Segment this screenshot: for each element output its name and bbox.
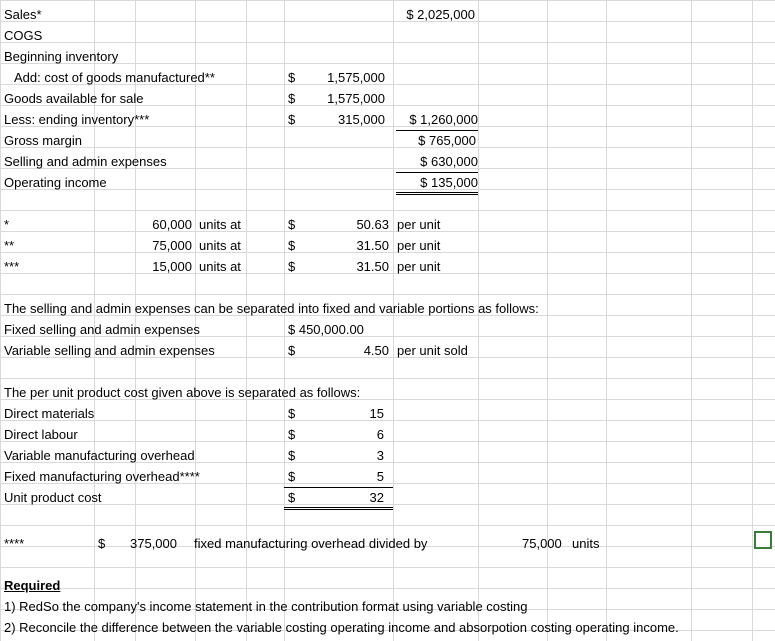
- note-per: per unit: [397, 259, 441, 274]
- cost-mfg-label: Add: cost of goods manufactured**: [14, 70, 215, 85]
- note-units: 75,000: [152, 238, 192, 253]
- note-units: 15,000: [152, 259, 192, 274]
- operating-income-total: $ 135,000: [396, 172, 478, 195]
- variable-sa-unit: per unit sold: [397, 343, 468, 358]
- footnote4-amount: 375,000: [130, 536, 177, 551]
- note-units-at: units at: [199, 217, 241, 232]
- footnote4-units: 75,000: [522, 536, 562, 551]
- cost-row-dollar: $: [288, 427, 296, 442]
- goods-available-value: 1,575,000: [327, 91, 385, 106]
- note-marker: **: [4, 238, 15, 253]
- variable-sa-label: Variable selling and admin expenses: [4, 343, 215, 358]
- fixed-sa-label: Fixed selling and admin expenses: [4, 322, 200, 337]
- cost-row-value: 3: [376, 448, 384, 463]
- note-price: 31.50: [356, 259, 389, 274]
- note-per: per unit: [397, 238, 441, 253]
- cogs-label: COGS: [4, 28, 43, 43]
- note-marker: *: [4, 217, 10, 232]
- cost-row-label: Direct labour: [4, 427, 78, 442]
- selling-admin-total: $ 630,000: [396, 151, 478, 173]
- note-units: 60,000: [152, 217, 192, 232]
- ending-inventory-value: 315,000: [338, 112, 385, 127]
- cost-row-value: 15: [369, 406, 384, 421]
- fixed-sa-value: $ 450,000.00: [288, 322, 364, 337]
- cost-mfg-value: 1,575,000: [327, 70, 385, 85]
- cost-row-label: Direct materials: [4, 406, 95, 421]
- required-heading: Required: [4, 578, 61, 593]
- cost-row-dollar: $: [288, 406, 296, 421]
- cost-row-value: 6: [376, 427, 384, 442]
- note-dollar: $: [288, 217, 296, 232]
- note-dollar: $: [288, 259, 296, 274]
- selling-admin-label: Selling and admin expenses: [4, 154, 167, 169]
- variable-sa-dollar: $: [288, 343, 296, 358]
- cost-row-dollar: $: [288, 448, 296, 463]
- selected-cell[interactable]: [754, 531, 772, 549]
- cost-row-value: 32: [369, 490, 384, 505]
- footnote4-marker: ****: [4, 536, 25, 551]
- operating-income-label: Operating income: [4, 175, 107, 190]
- note-marker: ***: [4, 259, 20, 274]
- note-per: per unit: [397, 217, 441, 232]
- cogs-total: $ 1,260,000: [396, 109, 478, 131]
- note-units-at: units at: [199, 238, 241, 253]
- sales-total: $ 2,025,000: [406, 7, 475, 22]
- beginning-inventory-label: Beginning inventory: [4, 49, 119, 64]
- cost-mfg-dollar: $: [288, 70, 296, 85]
- note-price: 50.63: [356, 217, 389, 232]
- sa-intro: The selling and admin expenses can be se…: [4, 301, 539, 316]
- cost-row-label: Fixed manufacturing overhead****: [4, 469, 200, 484]
- sales-label: Sales*: [4, 7, 42, 22]
- cost-row-label: Unit product cost: [4, 490, 102, 505]
- gross-margin-total: $ 765,000: [418, 133, 476, 148]
- product-cost-intro: The per unit product cost given above is…: [4, 385, 361, 400]
- note-price: 31.50: [356, 238, 389, 253]
- note-dollar: $: [288, 238, 296, 253]
- cost-row-dollar: $: [288, 469, 296, 484]
- required-line-2: 2) Reconcile the difference between the …: [4, 620, 679, 635]
- goods-available-label: Goods available for sale: [4, 91, 144, 106]
- footnote4-dollar: $: [98, 536, 106, 551]
- cost-row-label: Variable manufacturing overhead: [4, 448, 195, 463]
- goods-available-dollar: $: [288, 91, 296, 106]
- note-units-at: units at: [199, 259, 241, 274]
- variable-sa-value: 4.50: [363, 343, 389, 358]
- footnote4-units-label: units: [572, 536, 600, 551]
- footnote4-text: fixed manufacturing overhead divided by: [194, 536, 428, 551]
- cost-row-dollar: $: [288, 490, 296, 505]
- ending-inventory-dollar: $: [288, 112, 296, 127]
- ending-inventory-label: Less: ending inventory***: [4, 112, 150, 127]
- cost-row-value: 5: [376, 469, 384, 484]
- required-line-1: 1) RedSo the company's income statement …: [4, 599, 528, 614]
- gross-margin-label: Gross margin: [4, 133, 83, 148]
